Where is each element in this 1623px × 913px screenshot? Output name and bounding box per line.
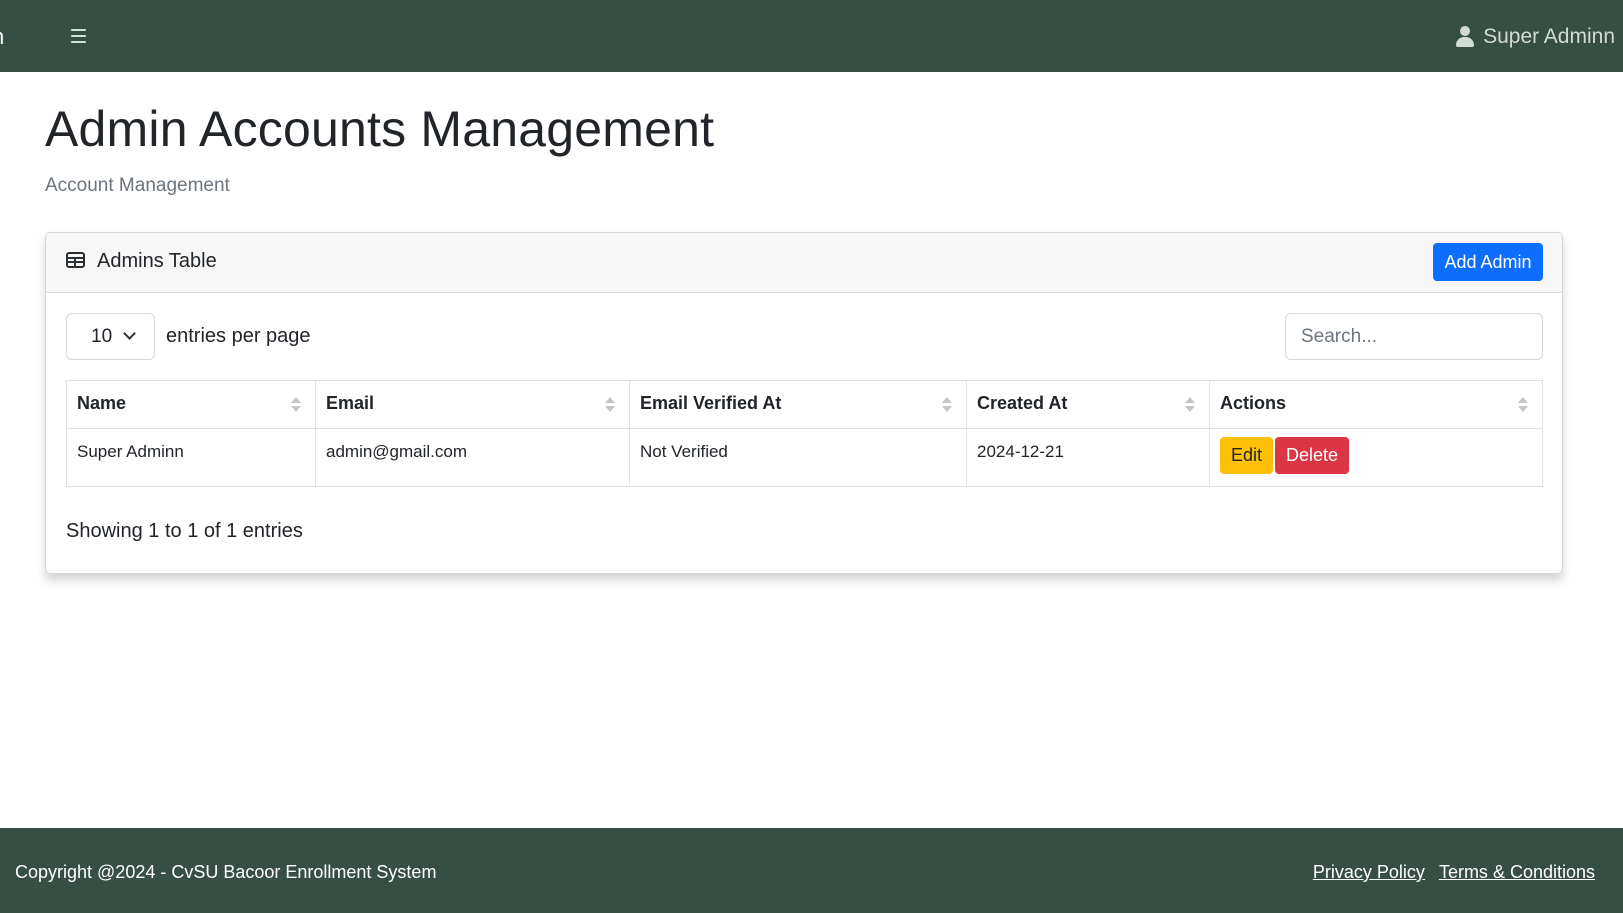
footer: Copyright @2024 - CvSU Bacoor Enrollment… — [0, 828, 1623, 913]
copyright-text: Copyright @2024 - CvSU Bacoor Enrollment… — [15, 862, 437, 882]
top-navbar: n Super Adminn — [0, 0, 1623, 72]
sort-icon — [291, 395, 301, 415]
add-admin-button[interactable]: Add Admin — [1433, 243, 1543, 281]
sort-icon — [942, 395, 952, 415]
cell-name: Super Adminn — [66, 428, 316, 487]
column-header-name[interactable]: Name — [66, 380, 316, 429]
breadcrumb: Account Management — [45, 175, 230, 196]
brand-text[interactable]: n — [0, 24, 6, 50]
user-icon — [1455, 26, 1475, 48]
sort-icon — [1518, 395, 1528, 415]
delete-button[interactable]: Delete — [1275, 437, 1350, 474]
footer-links: Privacy Policy Terms & Conditions — [1313, 862, 1595, 883]
sort-icon — [605, 395, 615, 415]
sidebar-toggle-button[interactable] — [68, 26, 90, 46]
table-row: Super Adminn admin@gmail.com Not Verifie… — [66, 428, 1543, 487]
page-title: Admin Accounts Management — [45, 101, 715, 157]
entries-per-page-label: entries per page — [166, 325, 311, 347]
entries-value: 10 — [91, 325, 113, 347]
cell-created-at: 2024-12-21 — [966, 428, 1210, 487]
card-header: Admins Table Add Admin — [46, 233, 1562, 293]
column-header-email-verified-at[interactable]: Email Verified At — [629, 380, 967, 429]
table-info: Showing 1 to 1 of 1 entries — [66, 520, 303, 542]
sort-icon — [1185, 395, 1195, 415]
cell-email: admin@gmail.com — [315, 428, 630, 487]
table-header-row: Name Email Email Verified At Created At … — [66, 380, 1543, 429]
terms-conditions-link[interactable]: Terms & Conditions — [1439, 862, 1595, 883]
table-icon — [66, 252, 85, 268]
user-name: Super Adminn — [1483, 25, 1615, 48]
admins-card: Admins Table Add Admin 10 entries per pa… — [45, 232, 1563, 574]
column-header-created-at[interactable]: Created At — [966, 380, 1210, 429]
column-header-actions[interactable]: Actions — [1209, 380, 1543, 429]
cell-actions: Edit Delete — [1209, 428, 1543, 487]
privacy-policy-link[interactable]: Privacy Policy — [1313, 862, 1425, 883]
user-menu[interactable]: Super Adminn — [1455, 24, 1615, 50]
edit-button[interactable]: Edit — [1220, 437, 1274, 474]
search-input[interactable] — [1285, 313, 1543, 360]
entries-per-page-select[interactable]: 10 — [66, 313, 155, 360]
column-header-email[interactable]: Email — [315, 380, 630, 429]
card-title: Admins Table — [97, 250, 217, 272]
cell-email-verified-at: Not Verified — [629, 428, 967, 487]
chevron-down-icon — [123, 327, 136, 340]
admins-table: Name Email Email Verified At Created At … — [66, 380, 1543, 487]
